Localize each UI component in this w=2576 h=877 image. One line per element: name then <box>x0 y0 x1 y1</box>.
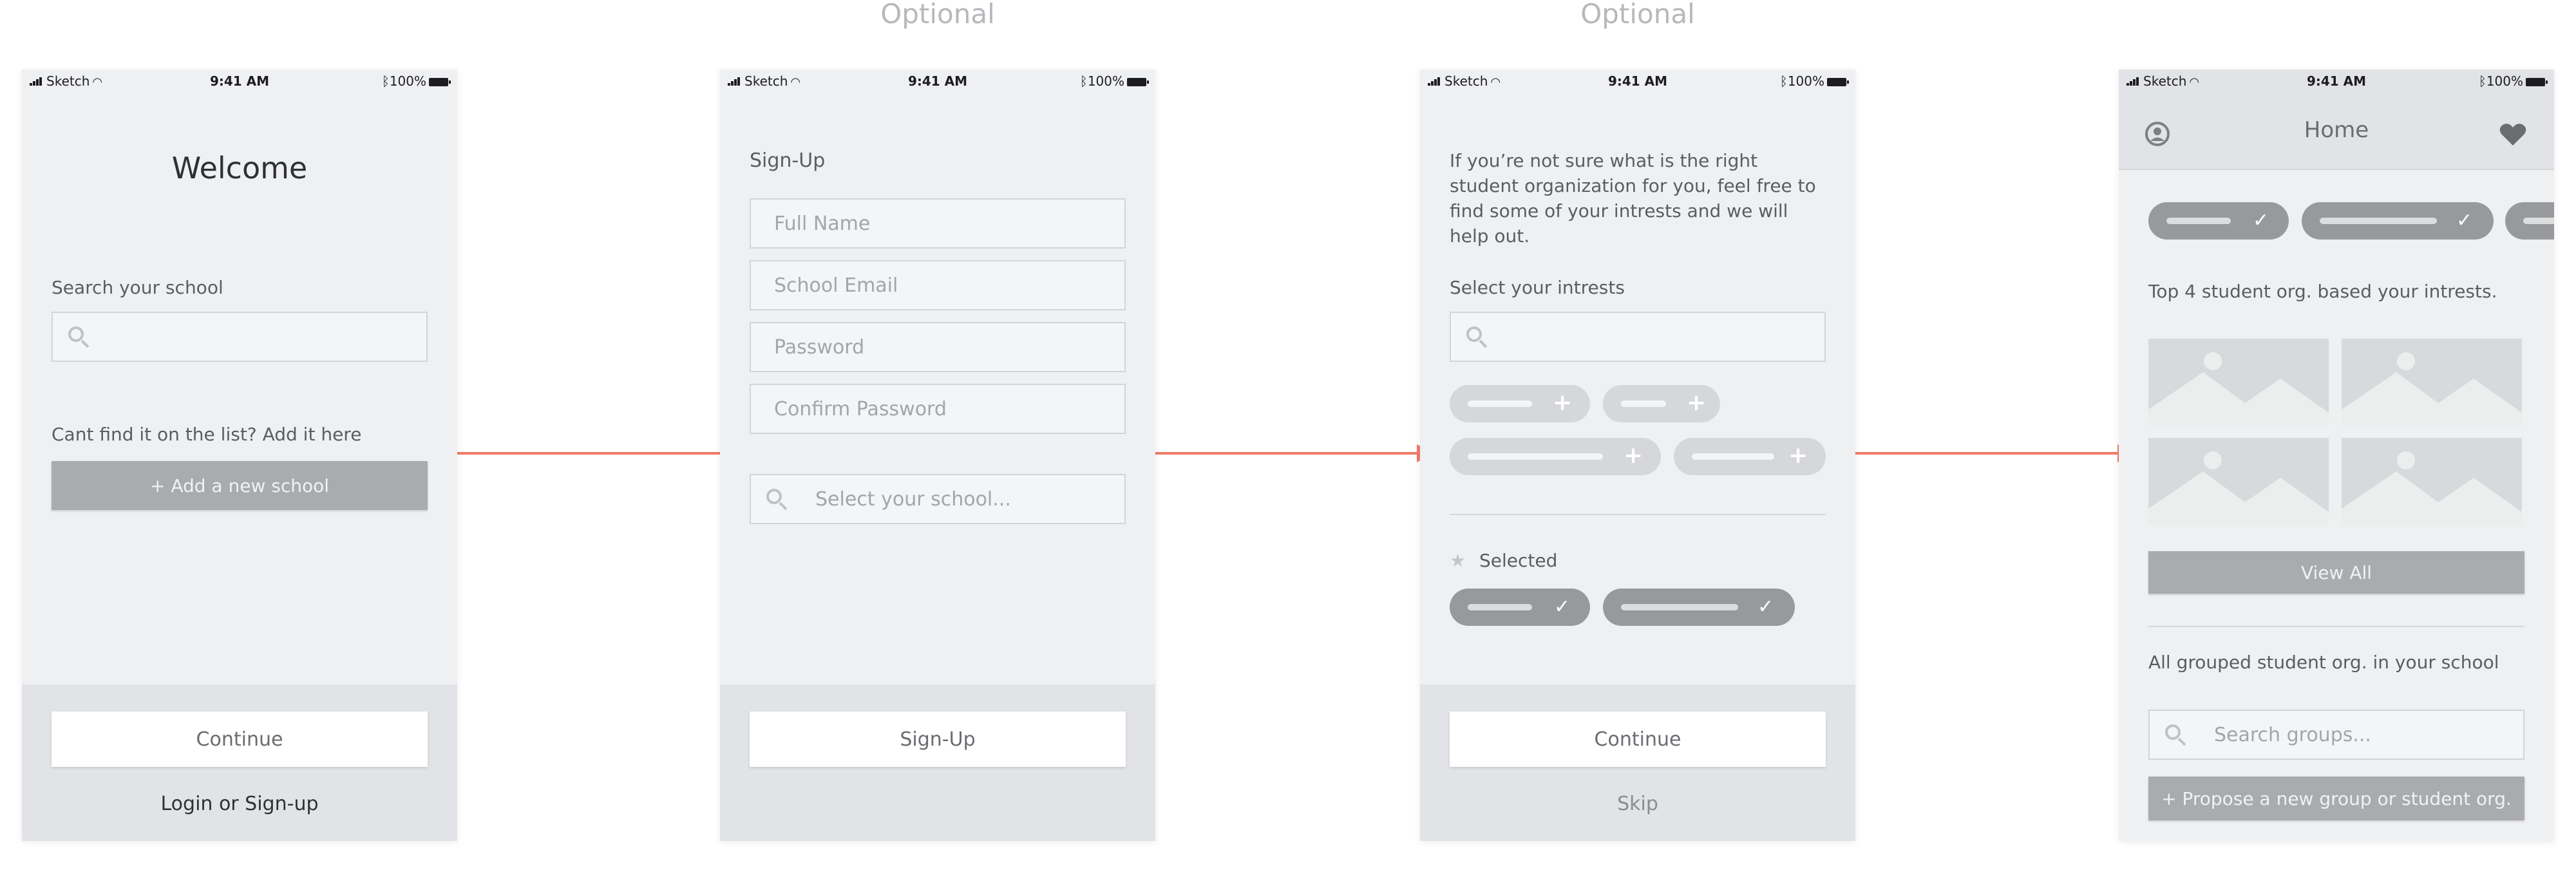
flow-arrow <box>1142 444 1434 462</box>
battery-label: 100% <box>389 73 426 89</box>
footer: Continue Skip <box>1420 684 1855 841</box>
search-icon <box>68 326 84 342</box>
flow-arrow <box>1843 444 2134 462</box>
check-icon: ✓ <box>1554 596 1571 618</box>
battery-label: 100% <box>1087 73 1124 89</box>
screen-home: Sketch ◠ 9:41 AM ᛒ100% Home ✓ ✓ Top 4 stu… <box>2119 70 2554 841</box>
bluetooth-icon: ᛒ <box>381 73 390 89</box>
optional-label: Optional <box>880 0 995 30</box>
search-icon <box>766 489 782 504</box>
add-school-button[interactable]: + Add a new school <box>52 461 428 510</box>
bluetooth-icon: ᛒ <box>1779 73 1788 89</box>
school-select-input[interactable]: Select your school... <box>750 474 1126 524</box>
screen-interests: Sketch ◠ 9:41 AM ᛒ100% If you’re not sure… <box>1420 70 1855 841</box>
full-name-field[interactable]: Full Name <box>750 198 1126 249</box>
footer: Continue Login or Sign-up <box>22 684 457 841</box>
org-image[interactable] <box>2342 339 2522 426</box>
interest-chip[interactable]: + <box>1603 385 1720 422</box>
password-field[interactable]: Password <box>750 322 1126 372</box>
search-groups-input[interactable]: Search groups... <box>2148 710 2524 760</box>
check-icon: ✓ <box>2456 209 2473 232</box>
school-search-input[interactable] <box>52 312 428 362</box>
grouped-orgs-label: All grouped student org. in your school <box>2148 652 2499 673</box>
confirm-password-field[interactable]: Confirm Password <box>750 384 1126 434</box>
top-orgs-label: Top 4 student org. based your intrests. <box>2148 281 2497 302</box>
org-image[interactable] <box>2148 339 2329 426</box>
interest-filter-chip[interactable] <box>2505 202 2554 240</box>
plus-icon: + <box>1553 390 1573 416</box>
search-icon <box>1466 326 1482 342</box>
bluetooth-icon: ᛒ <box>2478 73 2486 89</box>
propose-group-button[interactable]: + Propose a new group or student org. <box>2148 777 2524 820</box>
status-bar: Sketch ◠ 9:41 AM ᛒ100% <box>2119 70 2554 93</box>
interest-chip[interactable]: + <box>1674 438 1826 475</box>
selected-interest-chip[interactable]: ✓ <box>1603 589 1795 626</box>
battery-icon <box>1827 78 1849 86</box>
plus-icon: + <box>1624 442 1643 469</box>
org-image[interactable] <box>2148 438 2329 525</box>
plus-icon: + <box>1687 390 1707 416</box>
optional-label: Optional <box>1580 0 1695 30</box>
cant-find-label: Cant find it on the list? Add it here <box>52 424 362 445</box>
image-placeholder-icon <box>2148 451 2329 525</box>
image-placeholder-icon <box>2148 352 2329 426</box>
org-image[interactable] <box>2342 438 2522 525</box>
nav-bar: Home <box>2119 93 2554 170</box>
divider <box>1450 514 1826 515</box>
signup-title: Sign-Up <box>750 149 826 172</box>
continue-button[interactable]: Continue <box>1450 712 1826 767</box>
battery-label: 100% <box>2486 73 2523 89</box>
check-icon: ✓ <box>1757 596 1774 618</box>
search-label: Search your school <box>52 277 223 298</box>
screen-welcome: Sketch ◠ 9:41 AM ᛒ100% Welcome Search you… <box>22 70 457 841</box>
selected-interest-chip[interactable]: ✓ <box>1450 589 1590 626</box>
intro-text: If you’re not sure what is the right stu… <box>1450 150 1816 247</box>
star-icon: ★ <box>1450 550 1466 571</box>
nav-title: Home <box>2304 117 2369 143</box>
bluetooth-icon: ᛒ <box>1079 73 1088 89</box>
interest-chip[interactable]: + <box>1450 438 1661 475</box>
interest-search-input[interactable] <box>1450 312 1826 362</box>
plus-icon: + <box>1788 442 1808 469</box>
screen-signup: Sketch ◠ 9:41 AM ᛒ100% Sign-Up Full Name … <box>720 70 1155 841</box>
battery-icon <box>2526 78 2548 86</box>
battery-label: 100% <box>1787 73 1824 89</box>
view-all-button[interactable]: View All <box>2148 551 2524 594</box>
page-title: Welcome <box>171 151 308 185</box>
image-placeholder-icon <box>2342 451 2522 525</box>
interest-chip[interactable]: + <box>1450 385 1590 422</box>
interest-filter-chip[interactable]: ✓ <box>2148 202 2289 240</box>
flow-arrow <box>450 444 741 462</box>
select-interests-label: Select your intrests <box>1450 277 1625 298</box>
status-bar: Sketch ◠ 9:41 AM ᛒ100% <box>720 70 1155 93</box>
search-icon <box>2165 724 2181 740</box>
login-signup-link[interactable]: Login or Sign-up <box>22 793 457 815</box>
status-bar: Sketch ◠ 9:41 AM ᛒ100% <box>1420 70 1855 93</box>
battery-icon <box>429 78 451 86</box>
school-email-field[interactable]: School Email <box>750 260 1126 310</box>
interest-filter-chip[interactable]: ✓ <box>2302 202 2494 240</box>
battery-icon <box>1127 78 1149 86</box>
divider <box>2148 626 2524 627</box>
image-placeholder-icon <box>2342 352 2522 426</box>
check-icon: ✓ <box>2253 209 2269 232</box>
footer: Sign-Up <box>720 684 1155 841</box>
signup-button[interactable]: Sign-Up <box>750 712 1126 767</box>
skip-link[interactable]: Skip <box>1420 793 1855 815</box>
selected-label: Selected <box>1479 550 1558 571</box>
heart-icon[interactable] <box>2499 122 2527 147</box>
status-bar: Sketch ◠ 9:41 AM ᛒ100% <box>22 70 457 93</box>
continue-button[interactable]: Continue <box>52 712 428 767</box>
